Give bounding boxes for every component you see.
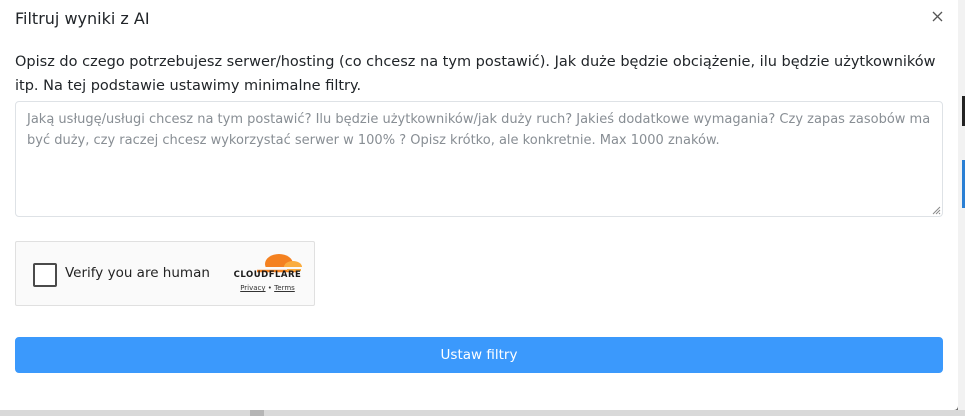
captcha-label: Verify you are human [65,265,210,281]
captcha-links: Privacy • Terms [225,284,310,292]
cloudflare-wordmark: CLOUDFLARE [233,270,302,280]
apply-filters-button[interactable]: Ustaw filtry [15,337,943,373]
ai-filter-modal: Filtruj wyniki z AI Opisz do czego potrz… [0,0,958,410]
requirements-textarea[interactable] [15,101,943,217]
close-icon [932,11,942,21]
terms-link[interactable]: Terms [274,284,295,292]
background-page-edge [958,0,965,416]
background-page-edge [0,410,965,416]
captcha-widget: Verify you are human CLOUDFLARE Privacy … [15,241,315,306]
link-separator: • [267,284,272,292]
close-button[interactable] [927,6,947,26]
modal-description: Opisz do czego potrzebujesz serwer/hosti… [15,54,936,94]
modal-title: Filtruj wyniki z AI [15,9,150,28]
captcha-checkbox[interactable] [33,263,57,287]
resize-grip-icon[interactable] [930,204,941,215]
privacy-link[interactable]: Privacy [240,284,265,292]
background-element [250,410,264,416]
